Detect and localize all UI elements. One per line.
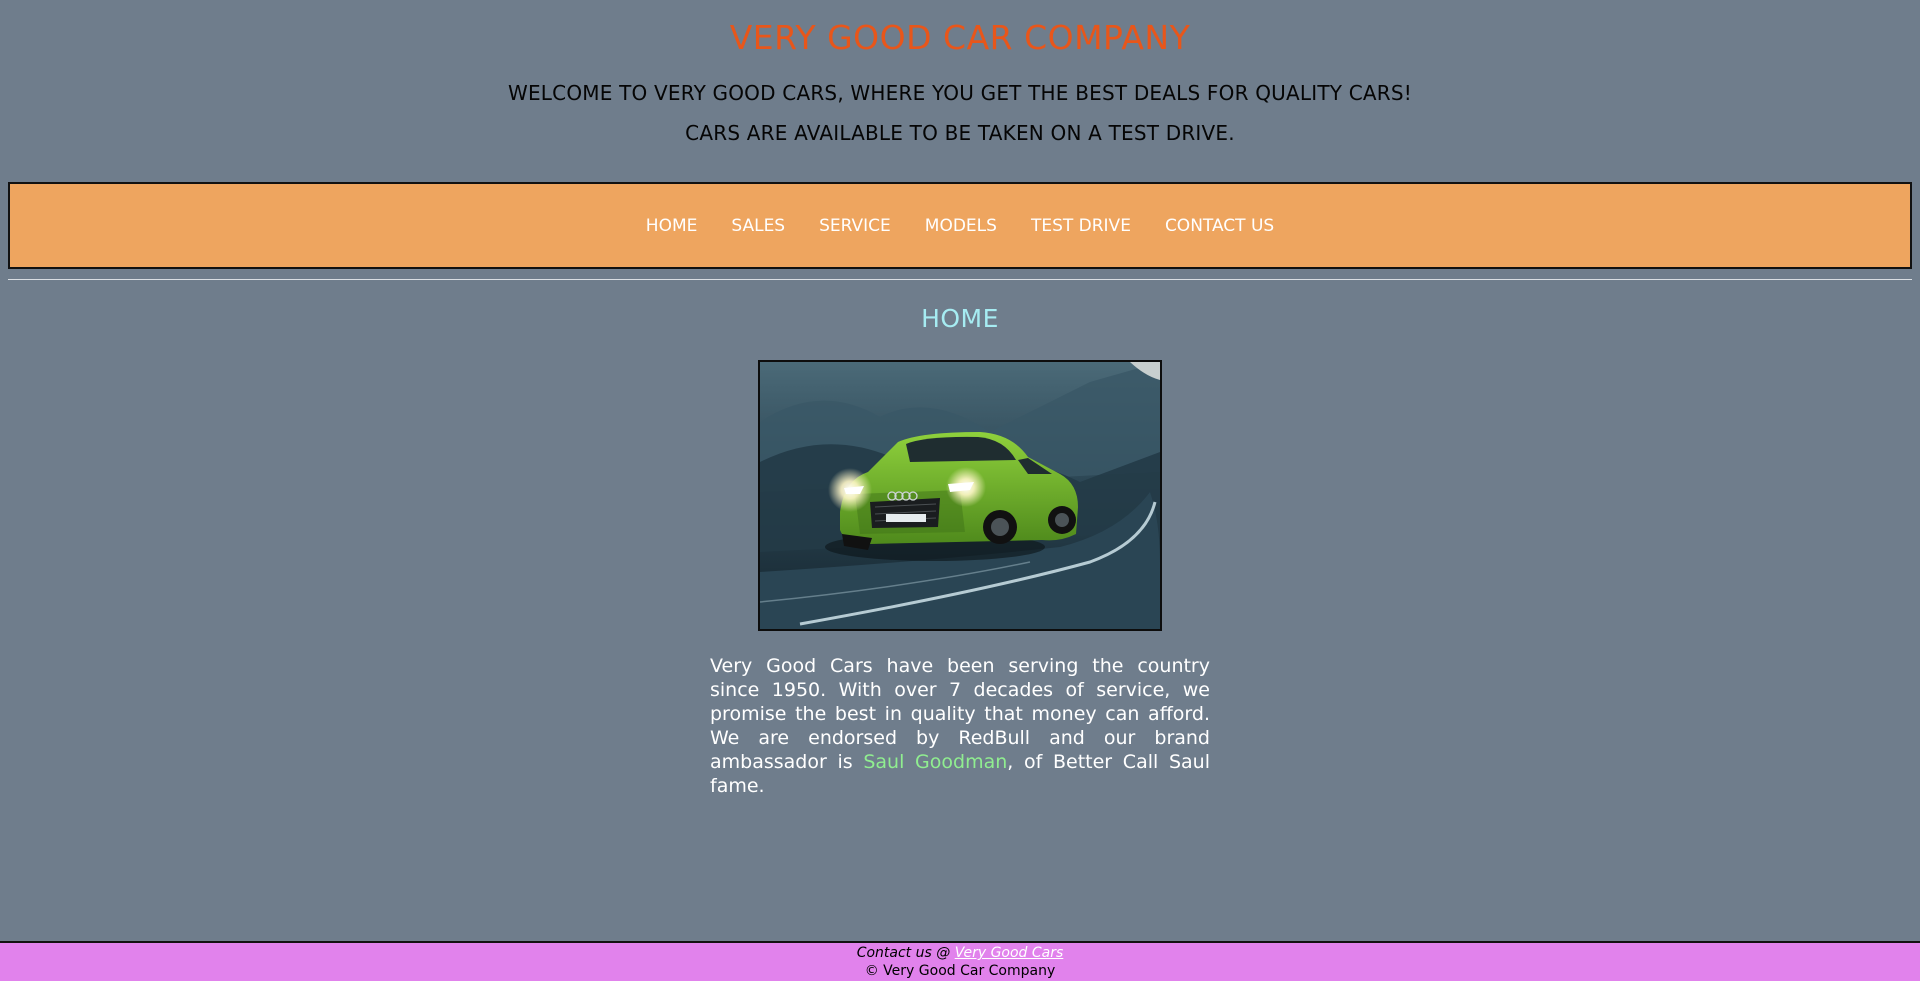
nav-home-link[interactable]: HOME — [629, 216, 715, 236]
nav-sales-link[interactable]: SALES — [714, 216, 802, 236]
site-title: VERY GOOD CAR COMPANY — [729, 18, 1191, 57]
contact-email-link[interactable]: Very Good Cars — [955, 945, 1064, 961]
test-drive-notice: CARS ARE AVAILABLE TO BE TAKEN ON A TEST… — [685, 121, 1235, 145]
hero-car-image — [758, 360, 1162, 631]
page-footer: Contact us @ Very Good Cars © Very Good … — [0, 941, 1920, 981]
ambassador-link[interactable]: Saul Goodman — [863, 751, 1007, 773]
nav-models-link[interactable]: MODELS — [908, 216, 1014, 236]
green-suv-illustration — [760, 362, 1160, 629]
horizontal-divider — [8, 279, 1912, 280]
nav-test-drive-link[interactable]: TEST DRIVE — [1014, 216, 1148, 236]
contact-line: Contact us @ Very Good Cars — [0, 944, 1920, 962]
copyright-text: © Very Good Car Company — [864, 963, 1056, 979]
contact-prefix: Contact us @ — [856, 945, 955, 961]
page-heading: HOME — [921, 304, 999, 333]
welcome-text: WELCOME TO VERY GOOD CARS, WHERE YOU GET… — [508, 81, 1412, 105]
nav-contact-us-link[interactable]: CONTACT US — [1148, 216, 1291, 236]
company-description: Very Good Cars have been serving the cou… — [710, 654, 1210, 798]
nav-service-link[interactable]: SERVICE — [802, 216, 908, 236]
main-navbar: HOME SALES SERVICE MODELS TEST DRIVE CON… — [8, 182, 1912, 269]
